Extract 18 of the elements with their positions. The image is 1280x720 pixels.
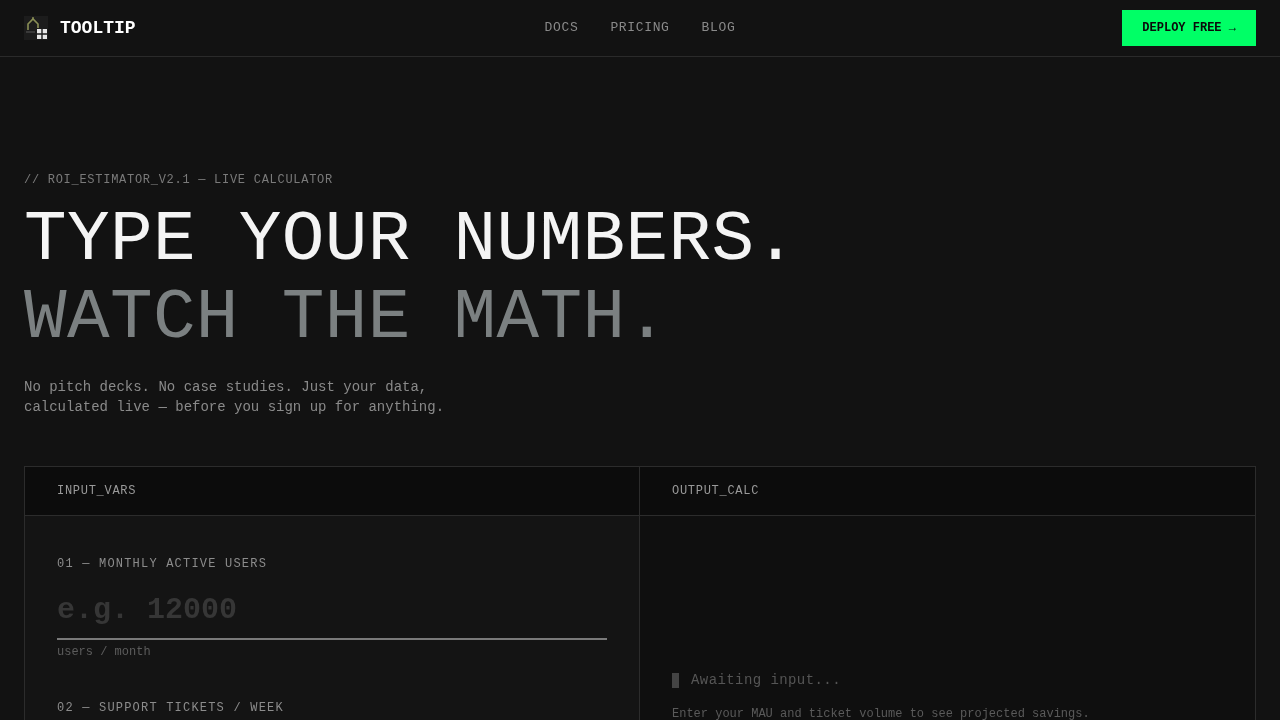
output-hint: Enter your MAU and ticket volume to see projected savings. (672, 706, 1090, 720)
panel-title: INPUT_VARS (57, 483, 137, 500)
logo-text: TOOLTIP (60, 16, 136, 40)
cursor-block-icon (672, 672, 679, 688)
nav-link[interactable]: BLOG (701, 18, 736, 38)
headline-text: TYPE YOUR NUMBERS. (24, 201, 798, 279)
nav-link[interactable]: DOCS (544, 18, 579, 38)
logo-icon (24, 16, 48, 40)
field-label: 02 — SUPPORT TICKETS / WEEK (57, 700, 284, 716)
field-label: 01 — MONTHLY ACTIVE USERS (57, 556, 268, 572)
eyebrow-text: // ROI_ESTIMATOR_V2.1 — LIVE CALCULATOR (24, 172, 333, 188)
panel-title: OUTPUT_CALC (672, 483, 760, 500)
subtitle-text: No pitch decks. No case studies. Just your data, calculated live — before you sign up for anything. (24, 378, 446, 417)
unit-hint: users / month (57, 644, 151, 660)
deploy-free-button[interactable]: DEPLOY FREE → (1122, 10, 1256, 46)
nav-link[interactable]: PRICING (610, 18, 670, 38)
headline-text: WATCH THE MATH. (24, 279, 669, 357)
status-text: Awaiting input... (691, 671, 841, 690)
